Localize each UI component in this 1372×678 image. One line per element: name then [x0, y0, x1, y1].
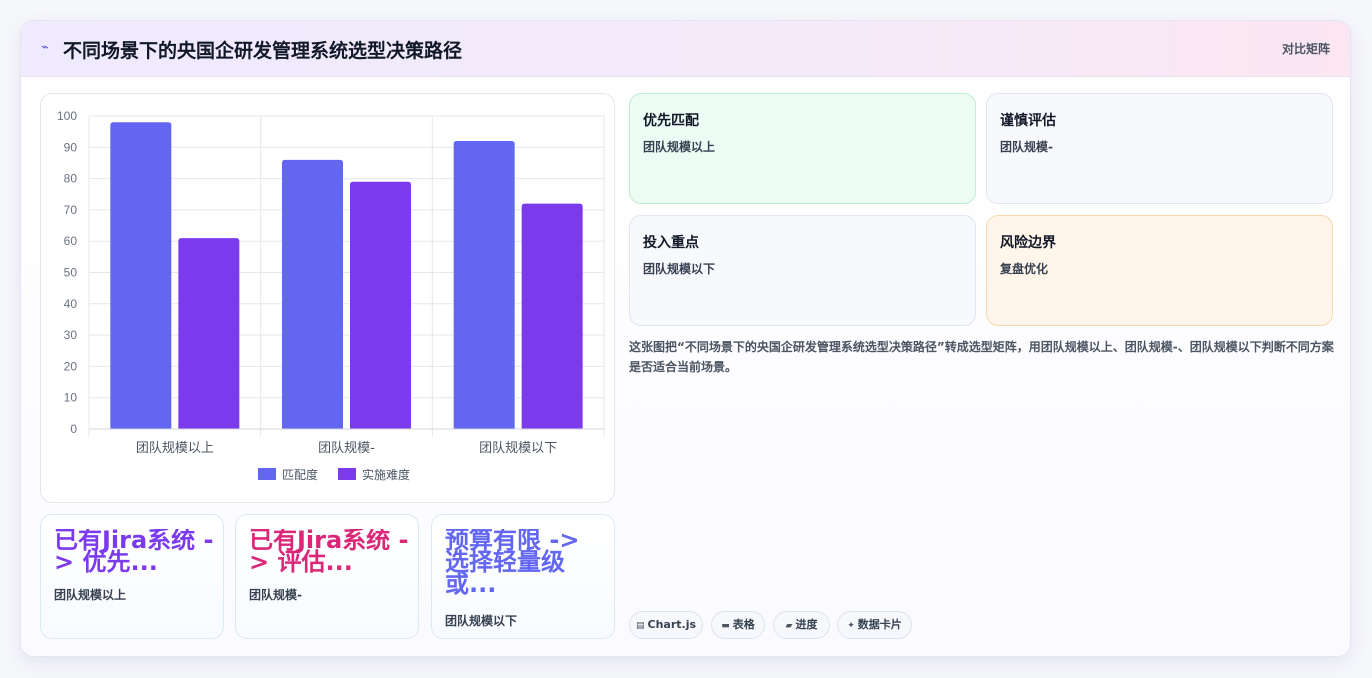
- scenario-card-1[interactable]: 已有Jira系统 -> 优先... 团队规模以上: [40, 514, 224, 639]
- bar-chart: 0 10 20 30 40 50 60 70 80 90 100 团队规模以上 团队规模- 团队规模以下匹…: [57, 109, 605, 482]
- panel-header: ⌁ 不同场景下的央国企研发管理系统选型决策路径 对比矩阵: [21, 21, 1350, 77]
- main-panel: ⌁ 不同场景下的央国企研发管理系统选型决策路径 对比矩阵 0 10 20 30 40 50…: [20, 20, 1351, 657]
- scenario-card-sub: 团队规模-: [249, 588, 302, 602]
- tile-title: 谨慎评估: [1000, 113, 1056, 129]
- y-tick-label: 30: [64, 328, 78, 342]
- scenario-card-headline: 已有Jira系统 -> 优先...: [54, 529, 214, 575]
- scenario-card-2[interactable]: 已有Jira系统 -> 评估... 团队规模-: [235, 514, 419, 639]
- scenario-card-sub: 团队规模以下: [445, 614, 518, 628]
- trend-icon: ⌁: [41, 40, 49, 55]
- y-tick-label: 10: [64, 391, 78, 405]
- bar: [453, 141, 515, 429]
- tile-title: 风险边界: [1000, 235, 1056, 251]
- y-tick-label: 40: [64, 297, 78, 311]
- tile-sub: 复盘优化: [1000, 262, 1049, 276]
- pill-label: 进度: [795, 618, 818, 631]
- y-tick-label: 70: [64, 203, 78, 217]
- pill-label: Chart.js: [647, 618, 697, 631]
- y-tick-label: 20: [64, 359, 78, 373]
- pill-label: 表格: [732, 618, 755, 631]
- tile-title: 投入重点: [643, 235, 699, 251]
- legend-label: 匹配度: [282, 467, 318, 482]
- chart-description: 这张图把“不同场景下的央国企研发管理系统选型决策路径”转成选型矩阵，用团队规模以…: [629, 340, 1334, 374]
- scenario-card-headline: 已有Jira系统 -> 评估...: [249, 529, 409, 575]
- table-icon: ▬: [721, 621, 730, 631]
- scenario-card-sub: 团队规模以上: [54, 588, 127, 602]
- progress-icon: ▰: [785, 621, 793, 631]
- y-tick-label: 100: [57, 109, 77, 123]
- tile-careful-evaluation[interactable]: 谨慎评估 团队规模-: [986, 93, 1333, 204]
- page-title: 不同场景下的央国企研发管理系统选型决策路径: [63, 40, 463, 62]
- tile-priority-match[interactable]: 优先匹配 团队规模以上: [629, 93, 976, 204]
- legend-swatch: [338, 468, 356, 480]
- legend-swatch: [258, 468, 276, 480]
- pill-label: 数据卡片: [857, 618, 902, 631]
- bar: [282, 159, 343, 429]
- x-tick-label: 团队规模以上: [136, 441, 214, 456]
- y-tick-label: 50: [64, 266, 78, 280]
- scenario-card-headline: 预算有限 -> 选择轻量级或...: [445, 529, 580, 597]
- y-tick-label: 0: [70, 422, 77, 436]
- tile-risk-boundary[interactable]: 风险边界 复盘优化: [986, 215, 1333, 326]
- tile-sub: 团队规模-: [1000, 140, 1053, 154]
- pill-table[interactable]: ▬ 表格: [711, 611, 765, 639]
- bar: [110, 122, 172, 429]
- bar: [178, 238, 240, 429]
- sparkle-icon: ✦: [847, 621, 855, 631]
- pill-chartjs[interactable]: ▤ Chart.js: [629, 611, 703, 639]
- pill-progress[interactable]: ▰ 进度: [773, 611, 830, 639]
- chart-icon: ▤: [635, 621, 645, 631]
- compare-matrix-link[interactable]: 对比矩阵: [1282, 40, 1330, 57]
- bar: [521, 203, 583, 429]
- x-tick-label: 团队规模以下: [479, 441, 557, 456]
- x-tick-label: 团队规模-: [318, 441, 375, 456]
- chart-card: 0 10 20 30 40 50 60 70 80 90 100 团队规模以上 团队规模- 团队规模以下匹…: [40, 93, 615, 503]
- tile-investment-focus[interactable]: 投入重点 团队规模以下: [629, 215, 976, 326]
- y-tick-label: 90: [64, 140, 78, 154]
- bar: [350, 181, 411, 429]
- tile-sub: 团队规模以下: [643, 262, 716, 276]
- tile-title: 优先匹配: [643, 113, 699, 129]
- y-tick-label: 80: [64, 172, 78, 186]
- y-tick-label: 60: [64, 234, 78, 248]
- pill-data-cards[interactable]: ✦ 数据卡片: [837, 611, 912, 639]
- legend-label: 实施难度: [362, 467, 410, 482]
- scenario-card-3[interactable]: 预算有限 -> 选择轻量级或... 团队规模以下: [431, 514, 615, 639]
- tile-sub: 团队规模以上: [643, 140, 716, 154]
